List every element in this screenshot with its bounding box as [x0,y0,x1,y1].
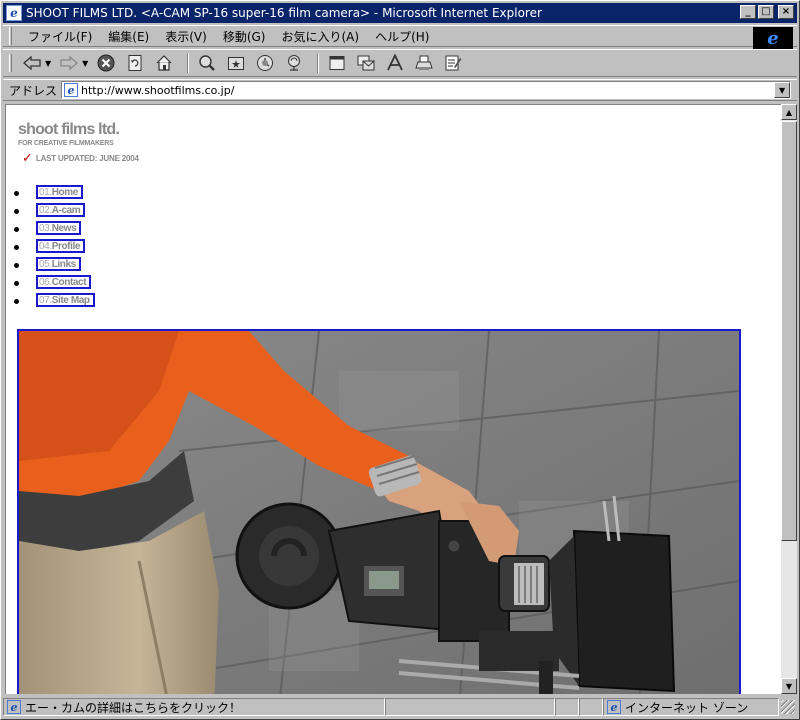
checkmark-icon: ✓ [22,151,33,166]
scroll-thumb[interactable] [781,121,797,541]
browser-window: e SHOOT FILMS LTD. <A-CAM SP-16 super-16… [0,0,800,720]
status-message-panel: e エー・カムの詳細はこちらをクリック！ [3,698,385,716]
nav-label: Home [51,187,79,198]
favorites-icon[interactable] [224,52,248,74]
search-icon[interactable] [195,52,219,74]
menu-grip[interactable] [9,27,12,45]
maximize-button[interactable]: □ [758,5,774,19]
close-button[interactable]: × [778,5,794,19]
forward-icon[interactable] [57,52,81,74]
nav-number: 01. [39,187,52,198]
home-icon[interactable] [152,52,176,74]
nav-link-profile[interactable]: 04.Profile [36,239,86,253]
status-panel-blank [579,698,603,716]
mail-icon[interactable] [354,52,378,74]
menu-file[interactable]: ファイル(F) [20,28,100,45]
security-zone-panel: e インターネット ゾーン [603,698,779,716]
address-bar: アドレス e ▼ [3,79,797,101]
status-bar: e エー・カムの詳細はこちらをクリック！ e インターネット ゾーン [3,696,797,718]
menu-edit[interactable]: 編集(E) [100,28,157,45]
nav-link-news[interactable]: 03.News [36,221,82,235]
fullscreen-icon[interactable] [325,52,349,74]
a-cam-photo-link[interactable] [17,329,741,694]
nav-number: 02. [39,205,52,216]
nav-item-profile: 04.Profile [14,237,95,255]
site-logo[interactable]: shoot films ltd. FOR CREATIVE FILMMAKERS [18,121,120,147]
refresh-icon[interactable] [123,52,147,74]
scroll-down-button[interactable]: ▼ [781,678,797,694]
back-dropdown-icon[interactable]: ▼ [45,59,51,68]
status-panel-blank [385,698,555,716]
toolbar-separator [317,53,320,73]
channels-icon[interactable] [282,52,306,74]
ie-page-icon: e [64,83,79,97]
camera-photo [19,331,739,694]
menu-favorites[interactable]: お気に入り(A) [273,28,367,45]
standard-toolbar: ▼ ▼ [3,49,797,77]
nav-number: 07. [39,295,52,306]
nav-number: 03. [39,223,52,234]
ie-logo-letter: e [767,27,779,49]
history-icon[interactable] [253,52,277,74]
nav-item-home: 01.Home [14,183,95,201]
nav-item-contact: 06.Contact [14,273,95,291]
print-icon[interactable] [412,52,436,74]
forward-dropdown-icon[interactable]: ▼ [82,59,88,68]
menu-bar: ファイル(F) 編集(E) 表示(V) 移動(G) お気に入り(A) ヘルプ(H… [3,25,797,49]
nav-link-links[interactable]: 05.Links [36,257,81,271]
last-updated: ✓ LAST UPDATED: JUNE 2004 [22,151,139,166]
nav-label: Profile [51,241,81,252]
nav-item-links: 05.Links [14,255,95,273]
address-dropdown-button[interactable]: ▼ [774,82,791,98]
font-icon[interactable] [383,52,407,74]
back-icon[interactable] [20,52,44,74]
nav-item-news: 03.News [14,219,95,237]
nav-label: Contact [51,277,87,288]
nav-link-site-map[interactable]: 07.Site Map [36,293,95,307]
nav-number: 04. [39,241,52,252]
site-navigation: 01.Home 02.A-cam 03.News 04.Profile 05.L… [14,183,95,309]
resize-grip[interactable] [781,700,795,714]
nav-label: A-cam [51,205,81,216]
page-viewport: shoot films ltd. FOR CREATIVE FILMMAKERS… [5,104,781,694]
minimize-button[interactable]: _ [740,5,756,19]
security-zone-text: インターネット ゾーン [625,700,749,715]
stop-icon[interactable] [94,52,118,74]
menu-go[interactable]: 移動(G) [215,28,274,45]
scroll-up-button[interactable]: ▲ [781,104,797,120]
url-input[interactable] [81,83,762,97]
ie-page-icon: e [7,700,21,714]
site-brand-name: shoot films ltd. [18,121,120,138]
address-label: アドレス [9,83,58,98]
status-panel-blank [555,698,579,716]
nav-item-a-cam: 02.A-cam [14,201,95,219]
site-tagline: FOR CREATIVE FILMMAKERS [18,140,114,147]
nav-link-a-cam[interactable]: 02.A-cam [36,203,86,217]
ie-throbber-logo: e [753,27,793,49]
last-updated-text: LAST UPDATED: JUNE 2004 [35,154,139,163]
nav-label: Site Map [51,295,90,306]
window-title: SHOOT FILMS LTD. <A-CAM SP-16 super-16 f… [26,6,542,20]
nav-link-home[interactable]: 01.Home [36,185,83,199]
address-field[interactable]: e ▼ [61,81,792,99]
nav-number: 05. [39,259,52,270]
toolbar-separator [187,53,190,73]
status-message: エー・カムの詳細はこちらをクリック！ [25,700,242,715]
toolbar-grip[interactable] [9,54,12,72]
menu-view[interactable]: 表示(V) [157,28,215,45]
vertical-scrollbar[interactable]: ▲ ▼ [781,104,797,694]
nav-item-site-map: 07.Site Map [14,291,95,309]
edit-icon[interactable] [441,52,465,74]
internet-zone-icon: e [607,700,621,714]
nav-label: Links [51,259,77,270]
nav-number: 06. [39,277,52,288]
ie-page-icon: e [6,5,22,21]
title-bar[interactable]: e SHOOT FILMS LTD. <A-CAM SP-16 super-16… [3,3,797,23]
menu-help[interactable]: ヘルプ(H) [367,28,437,45]
nav-link-contact[interactable]: 06.Contact [36,275,92,289]
nav-label: News [51,223,77,234]
